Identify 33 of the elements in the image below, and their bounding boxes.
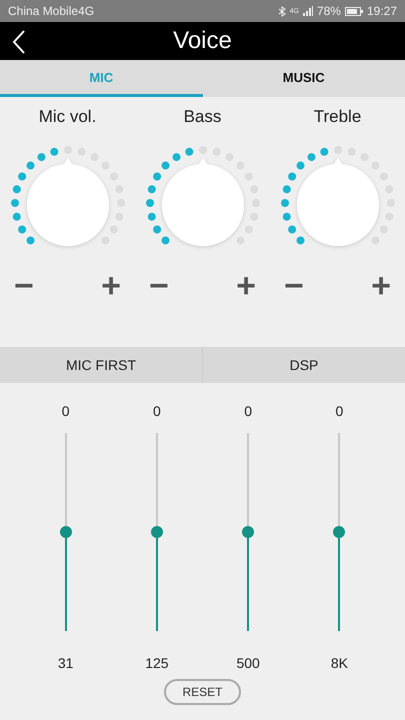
band-label: 125: [145, 655, 169, 671]
battery-icon: [344, 6, 363, 16]
increase-button[interactable]: +: [101, 269, 121, 303]
band-label: 31: [58, 655, 74, 671]
gain-value: 0: [335, 403, 344, 419]
mode-button[interactable]: DSP: [202, 347, 405, 383]
band-label: 8K: [330, 655, 348, 671]
knob-label: Bass: [184, 107, 222, 127]
slider-thumb[interactable]: [242, 526, 254, 538]
back-icon[interactable]: [12, 30, 26, 54]
knob-label: Treble: [314, 107, 362, 127]
gain-value: 0: [244, 403, 252, 419]
battery-text: 78%: [316, 4, 341, 18]
page-title: Voice: [173, 27, 232, 55]
decrease-button[interactable]: −: [149, 269, 169, 303]
decrease-button[interactable]: −: [284, 269, 304, 303]
slider-thumb[interactable]: [333, 526, 346, 538]
increase-button[interactable]: +: [371, 269, 391, 303]
clock-text: 19:27: [366, 4, 397, 18]
increase-button[interactable]: +: [236, 269, 256, 303]
tab[interactable]: MUSIC: [202, 60, 405, 97]
decrease-button[interactable]: −: [14, 269, 34, 303]
signal-icon: [302, 6, 313, 16]
mode-button[interactable]: MIC FIRST: [0, 347, 202, 383]
bluetooth-icon: [278, 6, 286, 16]
knob-label: Mic vol.: [38, 107, 96, 127]
band-label: 500: [236, 655, 260, 671]
slider-thumb[interactable]: [60, 526, 72, 538]
gain-value: 0: [152, 403, 161, 419]
slider-thumb[interactable]: [150, 526, 163, 538]
reset-button[interactable]: RESET: [164, 679, 240, 705]
gain-value: 0: [62, 403, 70, 419]
carrier-text: China Mobile4G: [8, 4, 94, 18]
